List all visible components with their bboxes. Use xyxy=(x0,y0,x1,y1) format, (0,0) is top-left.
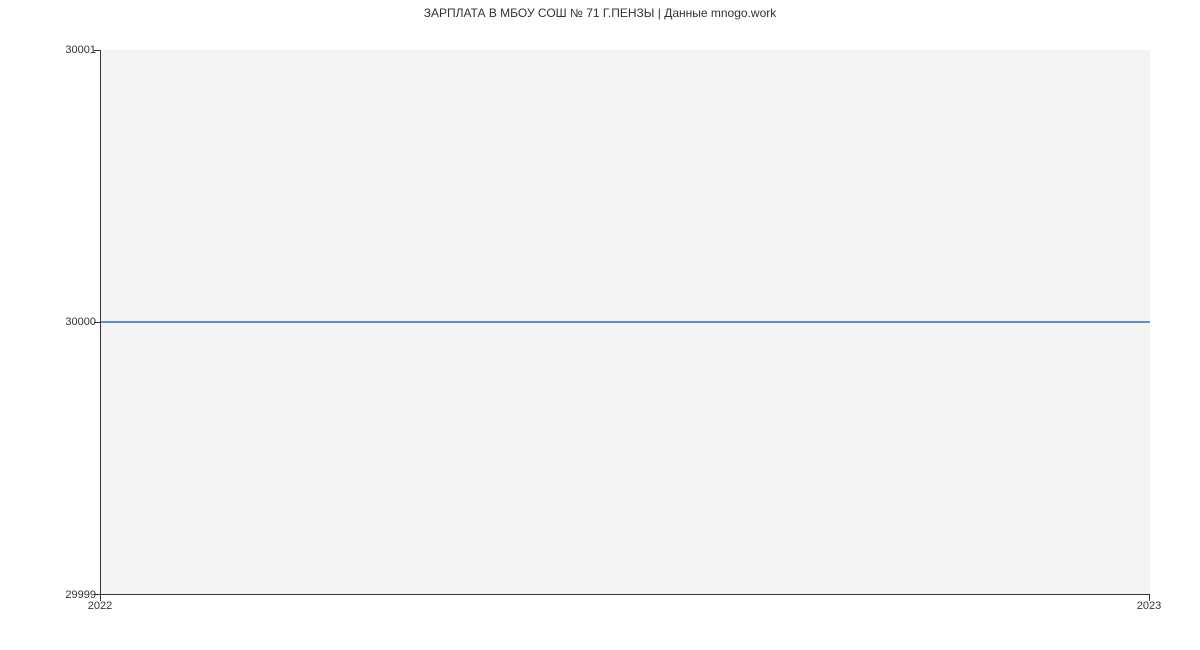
y-tick-label: 30000 xyxy=(46,316,96,328)
data-line xyxy=(101,321,1150,323)
y-tick-label: 30001 xyxy=(46,44,96,56)
chart-title: ЗАРПЛАТА В МБОУ СОШ № 71 Г.ПЕНЗЫ | Данны… xyxy=(0,6,1200,20)
salary-line-chart: ЗАРПЛАТА В МБОУ СОШ № 71 Г.ПЕНЗЫ | Данны… xyxy=(0,0,1200,650)
x-tick-label: 2023 xyxy=(1137,600,1161,612)
x-tick-label: 2022 xyxy=(88,600,112,612)
plot-area xyxy=(100,50,1150,595)
